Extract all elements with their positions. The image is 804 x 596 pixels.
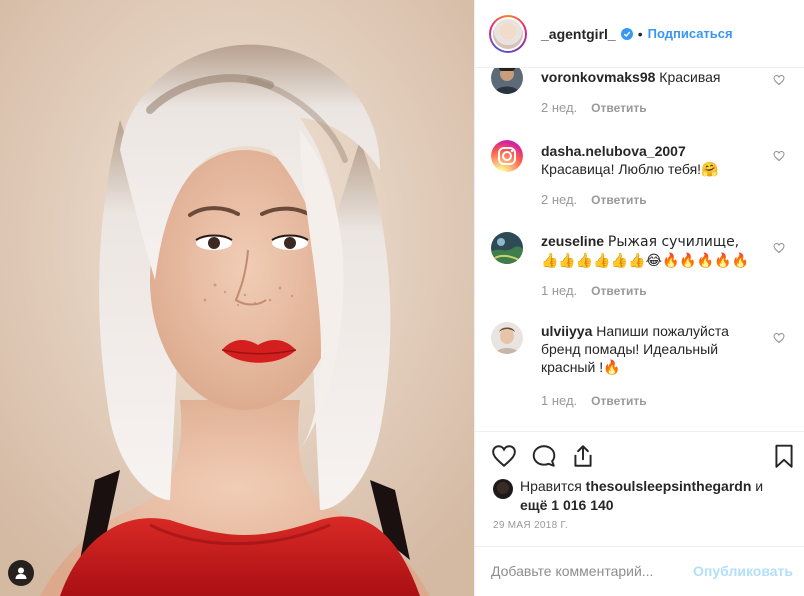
heart-icon[interactable]: [773, 74, 785, 86]
likes-prefix: Нравится: [520, 478, 586, 494]
comment-avatar[interactable]: [491, 322, 523, 354]
publish-button[interactable]: Опубликовать: [693, 563, 793, 579]
comment-text: Красавица! Люблю тебя!🤗: [541, 161, 719, 177]
post-side-panel: _agentgirl_ • Подписаться voronkovmaks98…: [474, 0, 804, 596]
liker-username[interactable]: thesoulsleepsinthegardn: [586, 478, 752, 494]
share-icon[interactable]: [570, 443, 596, 469]
follow-button[interactable]: Подписаться: [648, 26, 733, 41]
post-photo[interactable]: [0, 0, 474, 596]
instagram-logo-avatar: [491, 140, 523, 172]
comment-avatar[interactable]: [491, 68, 523, 94]
post-actions: Нравится thesoulsleepsinthegardn и ещё 1…: [475, 431, 804, 546]
comment-avatar[interactable]: [491, 232, 523, 264]
heart-icon[interactable]: [773, 150, 785, 162]
likes-count-link[interactable]: ещё 1 016 140: [520, 497, 614, 513]
user-silhouette-icon: [15, 567, 27, 579]
header-separator: •: [637, 25, 643, 42]
comment-username[interactable]: dasha.nelubova_2007: [541, 142, 761, 160]
comment-input[interactable]: [491, 559, 681, 583]
bookmark-icon[interactable]: [771, 443, 797, 469]
comment-bubble-icon[interactable]: [531, 443, 557, 469]
user-tag-button[interactable]: [8, 560, 34, 586]
heart-icon[interactable]: [773, 242, 785, 254]
reply-button[interactable]: Ответить: [591, 394, 646, 408]
reply-button[interactable]: Ответить: [591, 284, 646, 298]
comment-time[interactable]: 1 нед.: [541, 393, 577, 408]
header-username[interactable]: _agentgirl_: [541, 26, 616, 42]
comments-list[interactable]: voronkovmaks98 Красивая 2 нед. Ответить: [475, 68, 804, 431]
comment-username[interactable]: ulviiyya: [541, 323, 592, 339]
post-header: _agentgirl_ • Подписаться: [475, 0, 804, 68]
comment-text: Красивая: [659, 69, 721, 85]
heart-icon[interactable]: [773, 332, 785, 344]
liker-avatar[interactable]: [493, 479, 513, 499]
woman-portrait-photo: [0, 0, 474, 596]
avatar-photo: [491, 322, 523, 354]
comment-time[interactable]: 1 нед.: [541, 283, 577, 298]
avatar-photo: [491, 68, 523, 94]
avatar-photo: [493, 18, 523, 49]
avatar[interactable]: [489, 14, 527, 53]
heart-icon[interactable]: [491, 443, 517, 469]
verified-badge-icon: [620, 27, 633, 40]
comment-username[interactable]: zeuseline: [541, 233, 604, 249]
avatar-photo: [491, 232, 523, 264]
comment-avatar[interactable]: [491, 140, 523, 172]
likes-middle: и: [751, 478, 764, 494]
comment-time[interactable]: 2 нед.: [541, 192, 577, 207]
reply-button[interactable]: Ответить: [591, 193, 646, 207]
post-date[interactable]: 29 МАЯ 2018 Г.: [493, 520, 568, 531]
comment-username[interactable]: voronkovmaks98: [541, 69, 655, 85]
comment-time[interactable]: 2 нед.: [541, 100, 577, 115]
add-comment-bar: Опубликовать: [475, 546, 804, 596]
reply-button[interactable]: Ответить: [591, 101, 646, 115]
